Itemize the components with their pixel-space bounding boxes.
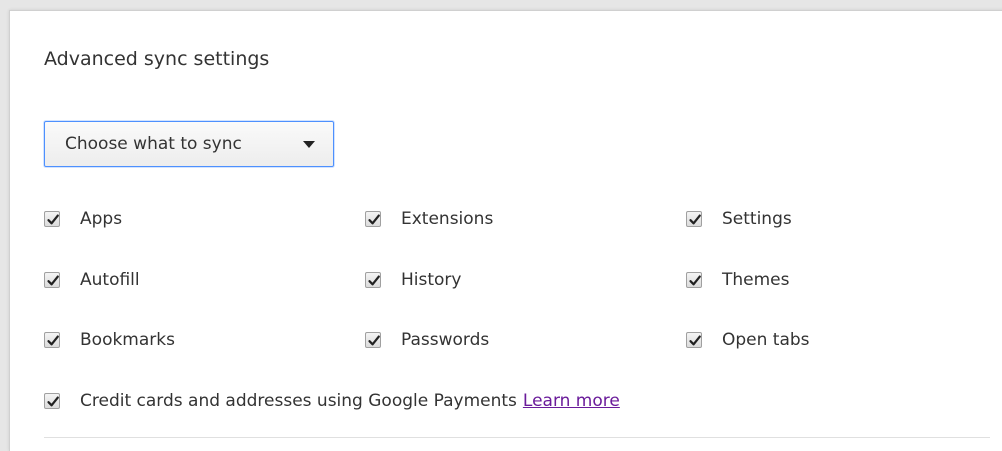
extensions-label: Extensions bbox=[401, 209, 494, 229]
payments-checkbox[interactable] bbox=[44, 393, 60, 409]
themes-checkbox[interactable] bbox=[686, 272, 702, 288]
history-checkbox[interactable] bbox=[365, 272, 381, 288]
dialog-title: Advanced sync settings bbox=[44, 48, 270, 70]
checkmark-icon bbox=[689, 275, 701, 286]
open-tabs-checkbox[interactable] bbox=[686, 332, 702, 348]
sync-option-extensions[interactable]: Extensions bbox=[365, 207, 493, 231]
checkmark-icon bbox=[689, 335, 701, 346]
checkmark-icon bbox=[47, 396, 59, 407]
settings-checkbox[interactable] bbox=[686, 211, 702, 227]
checkmark-icon bbox=[47, 275, 59, 286]
bookmarks-label: Bookmarks bbox=[80, 330, 175, 350]
checkmark-icon bbox=[689, 214, 701, 225]
sync-mode-select[interactable]: Choose what to sync bbox=[44, 121, 334, 167]
apps-checkbox[interactable] bbox=[44, 211, 60, 227]
checkmark-icon bbox=[47, 214, 59, 225]
bookmarks-checkbox[interactable] bbox=[44, 332, 60, 348]
payments-label: Credit cards and addresses using Google … bbox=[80, 391, 517, 411]
checkmark-icon bbox=[368, 275, 380, 286]
sync-option-bookmarks[interactable]: Bookmarks bbox=[44, 328, 175, 352]
passwords-checkbox[interactable] bbox=[365, 332, 381, 348]
dropdown-arrow-icon bbox=[303, 141, 315, 148]
open-tabs-label: Open tabs bbox=[722, 330, 810, 350]
checkmark-icon bbox=[368, 214, 380, 225]
apps-label: Apps bbox=[80, 209, 123, 229]
sync-option-settings[interactable]: Settings bbox=[686, 207, 792, 231]
sync-option-history[interactable]: History bbox=[365, 268, 461, 292]
checkmark-icon bbox=[47, 335, 59, 346]
checkmark-icon bbox=[368, 335, 380, 346]
extensions-checkbox[interactable] bbox=[365, 211, 381, 227]
sync-option-apps[interactable]: Apps bbox=[44, 207, 122, 231]
settings-label: Settings bbox=[722, 209, 792, 229]
learn-more-link[interactable]: Learn more bbox=[523, 391, 620, 411]
sync-option-payments[interactable]: Credit cards and addresses using Google … bbox=[44, 389, 620, 413]
autofill-checkbox[interactable] bbox=[44, 272, 60, 288]
sync-option-open-tabs[interactable]: Open tabs bbox=[686, 328, 810, 352]
advanced-sync-dialog: Advanced sync settings Choose what to sy… bbox=[9, 10, 1002, 451]
sync-mode-selected-value: Choose what to sync bbox=[65, 134, 242, 154]
history-label: History bbox=[401, 270, 462, 290]
sync-option-themes[interactable]: Themes bbox=[686, 268, 790, 292]
sync-option-passwords[interactable]: Passwords bbox=[365, 328, 489, 352]
sync-option-autofill[interactable]: Autofill bbox=[44, 268, 140, 292]
autofill-label: Autofill bbox=[80, 270, 140, 290]
passwords-label: Passwords bbox=[401, 330, 490, 350]
section-divider bbox=[44, 437, 990, 438]
themes-label: Themes bbox=[722, 270, 790, 290]
